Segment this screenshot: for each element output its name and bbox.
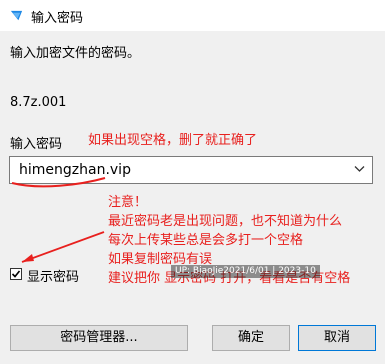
annotation-note-line: 注意！ — [108, 195, 148, 210]
prompt-text: 输入加密文件的密码。 — [10, 46, 141, 61]
annotation-note-line: 每次上传某些总是会多打一个空格 — [108, 233, 304, 248]
show-password-label: 显示密码 — [27, 270, 80, 285]
app-icon — [10, 10, 23, 21]
password-value: himengzhan.vip — [19, 162, 131, 178]
cancel-button[interactable]: 取消 — [298, 325, 376, 351]
check-icon — [11, 270, 21, 278]
window-title: 输入密码 — [31, 11, 84, 26]
title-bar: 输入密码 — [0, 0, 385, 31]
password-input[interactable]: himengzhan.vip — [9, 156, 373, 184]
password-label: 输入密码 — [10, 137, 63, 152]
arrow-line — [21, 231, 105, 263]
show-password-checkbox[interactable] — [10, 268, 22, 280]
annotation-remove-space: 如果出现空格，删了就正确了 — [88, 133, 258, 148]
ok-button[interactable]: 确定 — [212, 325, 290, 351]
archive-filename: 8.7z.001 — [10, 95, 67, 110]
chevron-down-icon[interactable] — [354, 165, 365, 173]
watermark: UP: BiaoJie2021/6/01 | 2023-10 — [171, 265, 320, 278]
password-manager-button[interactable]: 密码管理器... — [10, 325, 188, 351]
arrow-head-icon — [22, 254, 34, 262]
annotation-note-line: 最近密码老是出现问题，也不知道为什么 — [108, 214, 343, 229]
